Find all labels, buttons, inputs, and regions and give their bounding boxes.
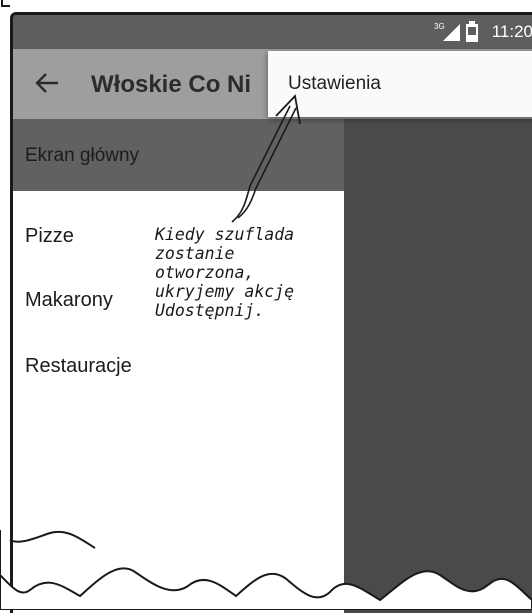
menu-item-settings[interactable]: Ustawienia — [288, 73, 381, 95]
annotation-line-5: Udostępnij. — [155, 301, 265, 320]
arrow-back-icon — [35, 73, 58, 93]
annotation-line-1: Kiedy szuflada — [155, 225, 295, 244]
drawer-item-pizze[interactable]: Pizze — [25, 225, 74, 248]
drawer-item-makarony[interactable]: Makarony — [25, 289, 113, 312]
drawer-scrim[interactable] — [344, 119, 532, 613]
annotation-line-2: zostanie — [155, 244, 235, 263]
navigation-drawer: Ekran główny Pizze Makarony Restauracje — [13, 119, 344, 613]
drawer-item-restauracje[interactable]: Restauracje — [25, 355, 132, 378]
signal-icon: 3G — [434, 22, 460, 41]
battery-icon — [466, 21, 478, 42]
back-button[interactable] — [25, 61, 69, 105]
app-title: Włoskie Co Ni — [91, 71, 252, 98]
drawer-header[interactable]: Ekran główny — [13, 119, 344, 191]
drawer-header-label: Ekran główny — [25, 145, 140, 166]
annotation-line-4: ukryjemy akcję — [155, 282, 295, 301]
annotation-line-3: otworzona, — [155, 263, 255, 282]
status-time: 11:20 — [491, 22, 532, 41]
phone-screen: 3G 11:20 Włoskie Co Ni Ekran główny Pizz… — [10, 12, 532, 613]
frame-corner — [1, 0, 10, 7]
network-badge: 3G — [434, 22, 445, 31]
screenshot-scene: 3G 11:20 Włoskie Co Ni Ekran główny Pizz… — [0, 0, 532, 613]
overflow-menu: Ustawienia — [268, 51, 532, 117]
status-bar: 3G 11:20 — [13, 15, 532, 49]
